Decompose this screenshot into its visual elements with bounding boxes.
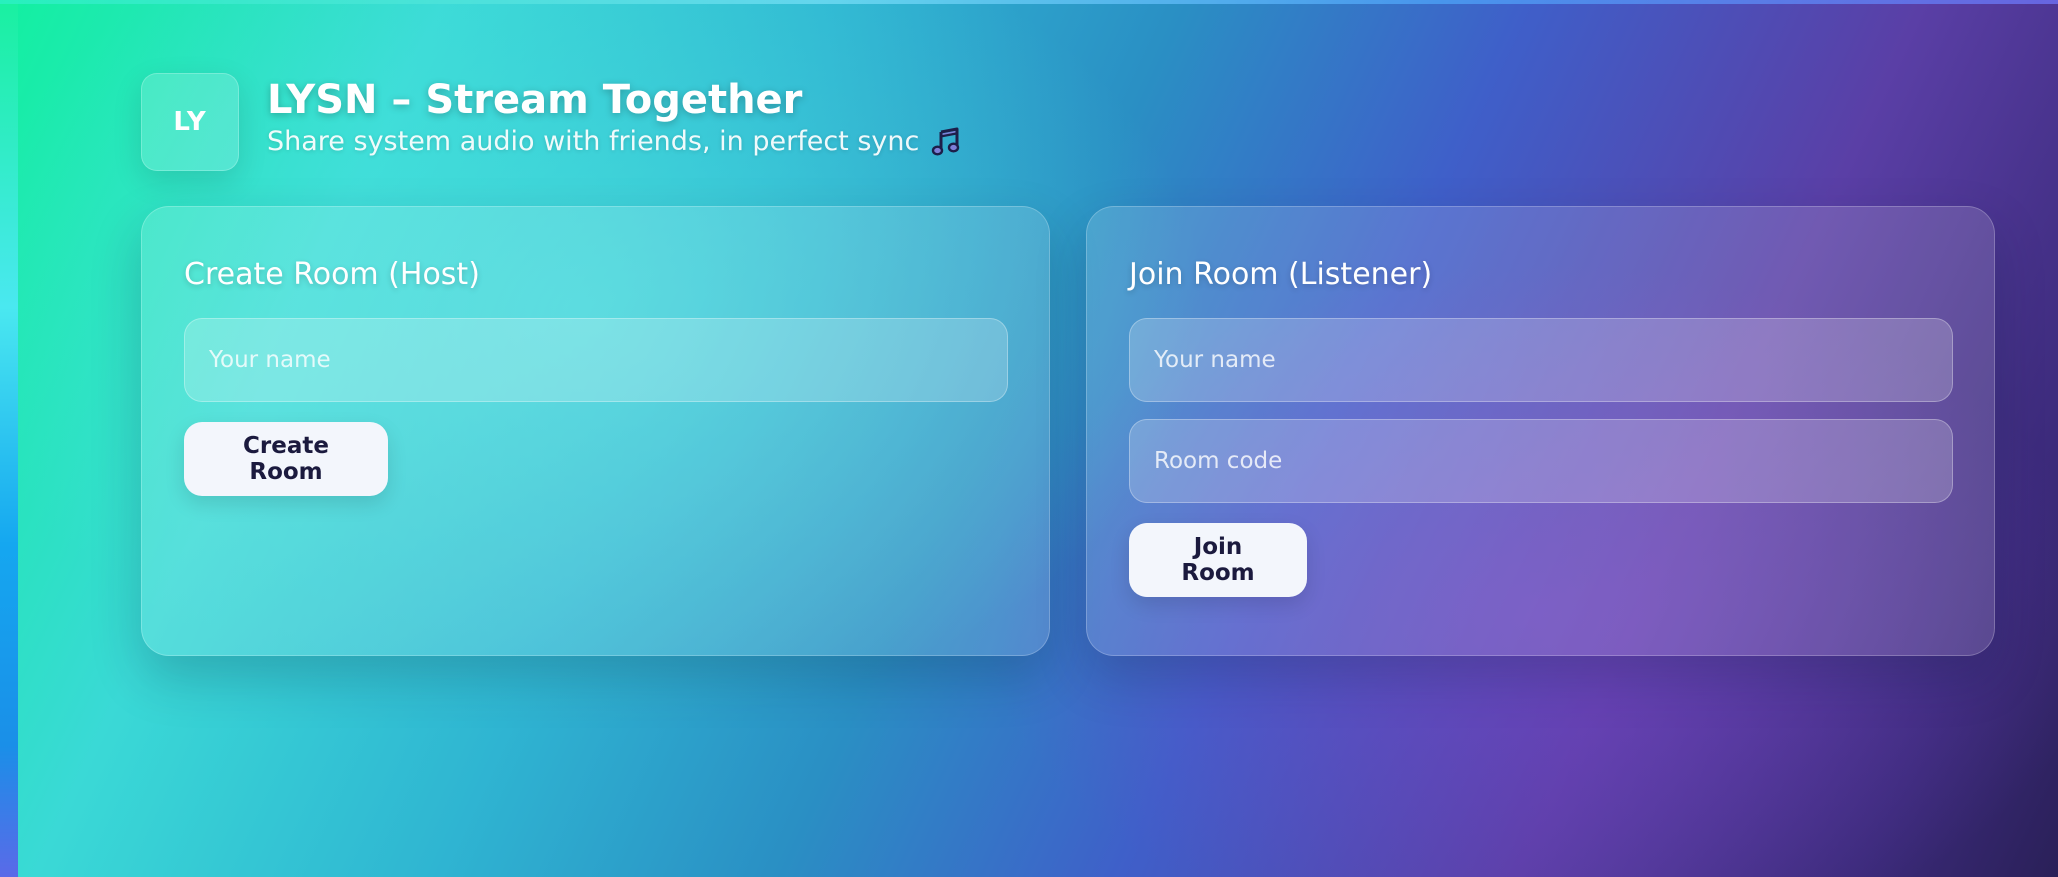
app-header: LY LYSN – Stream Together Share system a…: [141, 73, 963, 171]
left-accent-strip: [0, 0, 18, 877]
room-code-input[interactable]: [1129, 419, 1953, 503]
host-name-input[interactable]: [184, 318, 1008, 402]
create-room-title: Create Room (Host): [184, 257, 480, 292]
app-tagline: Share system audio with friends, in perf…: [267, 124, 963, 160]
tagline-text: Share system audio with friends, in perf…: [267, 126, 920, 157]
listener-name-input[interactable]: [1129, 318, 1953, 402]
join-room-button[interactable]: Join Room: [1129, 523, 1307, 597]
app-title: LYSN – Stream Together: [267, 77, 803, 123]
music-note-icon: [929, 125, 963, 159]
create-room-button[interactable]: Create Room: [184, 422, 388, 496]
join-room-title: Join Room (Listener): [1129, 257, 1433, 292]
join-room-card: Join Room (Listener) Join Room: [1086, 206, 1995, 656]
app-logo: LY: [141, 73, 239, 171]
header-titles: LYSN – Stream Together Share system audi…: [267, 77, 963, 160]
create-room-card: Create Room (Host) Create Room: [141, 206, 1050, 656]
top-accent-line: [0, 0, 2058, 4]
